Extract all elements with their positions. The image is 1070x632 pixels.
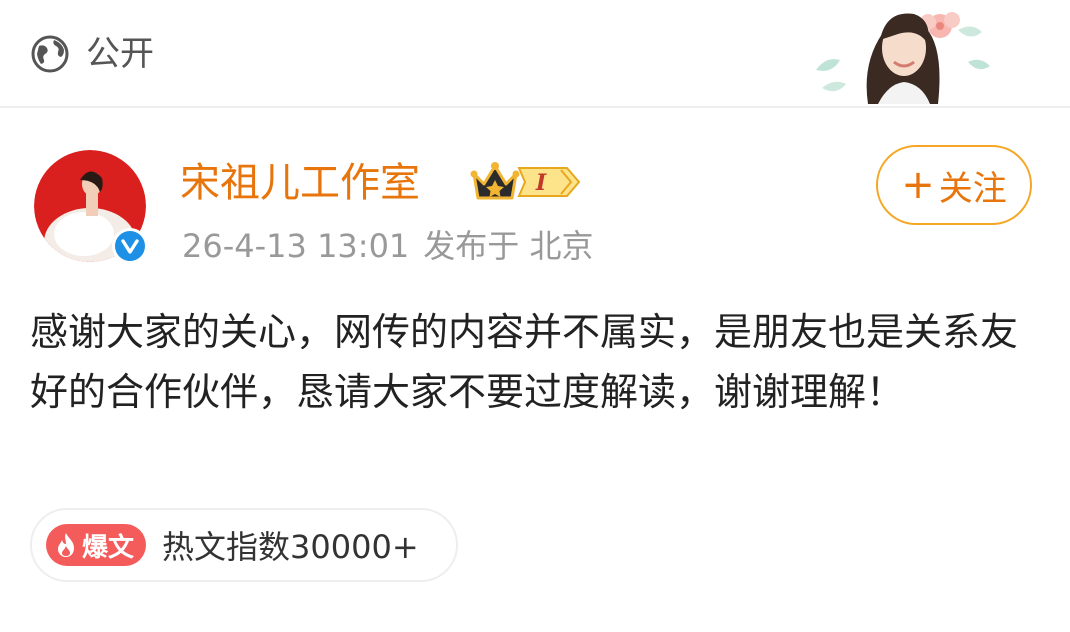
post-datetime: 26-4-13 13:01	[182, 227, 410, 265]
hot-index-chip[interactable]: 爆文 热文指数30000+	[30, 508, 458, 582]
post-text: 感谢大家的关心，网传的内容并不属实，是朋友也是关系友好的合作伙伴，恳请大家不要过…	[30, 310, 1019, 414]
globe-icon	[31, 35, 69, 73]
visibility-label: 公开	[86, 34, 154, 74]
follow-label: 关注	[938, 168, 1007, 209]
crown-icon	[470, 162, 520, 200]
flame-icon	[58, 533, 74, 557]
header-cover-image	[816, 12, 990, 104]
hot-tag: 爆文	[46, 524, 147, 566]
author-name[interactable]: 宋祖儿工作室	[180, 158, 420, 208]
hot-index-text: 热文指数30000+	[162, 528, 419, 566]
post-location: 发布于 北京	[423, 227, 594, 265]
level-text: I	[535, 170, 547, 196]
top-bar: 公开	[0, 0, 1070, 108]
author-avatar[interactable]	[34, 150, 154, 270]
hot-tag-label: 爆文	[82, 532, 135, 563]
follow-button[interactable]: + 关注	[876, 145, 1032, 225]
post-meta: 26-4-13 13:01 发布于 北京	[182, 225, 607, 267]
member-level-badge: I	[517, 167, 581, 197]
verified-v-icon	[112, 228, 148, 264]
plus-icon: +	[901, 162, 935, 208]
